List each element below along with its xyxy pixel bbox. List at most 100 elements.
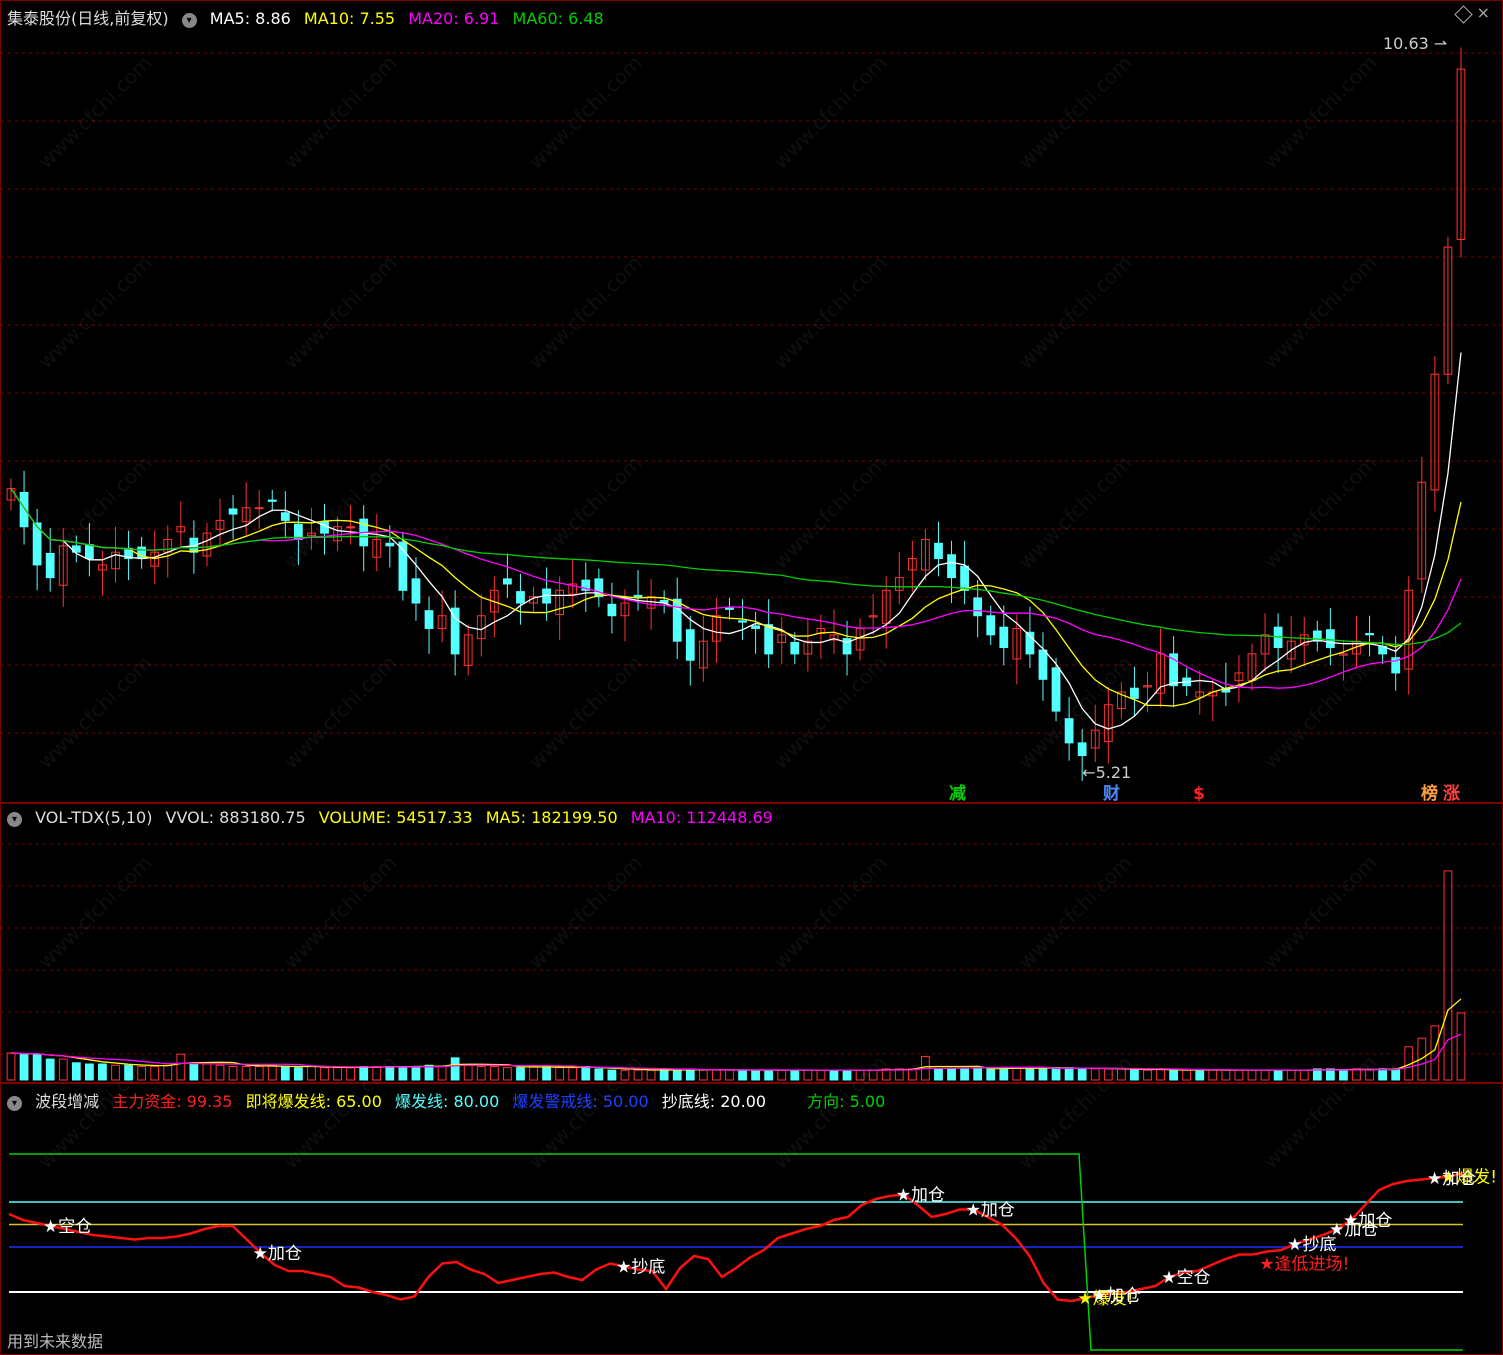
volume-bar xyxy=(568,1067,578,1081)
candle xyxy=(267,499,277,502)
candle xyxy=(84,544,94,560)
footer-note: 用到未来数据 xyxy=(7,1332,104,1351)
candle xyxy=(516,591,525,604)
event-marker: 涨 xyxy=(1443,784,1460,802)
volume-bar xyxy=(333,1067,342,1081)
event-marker: $ xyxy=(1193,784,1205,802)
volume-bar xyxy=(1456,1012,1466,1081)
volume-bar xyxy=(215,1064,225,1081)
high-price-label: 10.63 ⇀ xyxy=(1383,34,1447,53)
vol-ma10-value: MA10: 112448.69 xyxy=(630,808,773,827)
volume-bar xyxy=(176,1053,186,1081)
event-marker: 减 xyxy=(949,783,966,802)
candle xyxy=(19,491,29,528)
indicator-chart[interactable]: ★空仓★加仓★抄底★加仓★加仓★爆发!★加仓★空仓★逢低进场!★抄底★加仓★加仓… xyxy=(1,1084,1502,1354)
volume-bar xyxy=(725,1069,734,1081)
volume-bar xyxy=(463,1064,473,1081)
ma60-line xyxy=(10,488,1462,646)
volume-bar xyxy=(646,1069,656,1081)
ma5-value: MA5: 8.86 xyxy=(209,9,291,28)
volume-bar xyxy=(516,1067,525,1081)
candle xyxy=(254,507,264,510)
candle xyxy=(764,624,774,655)
candlestick-panel[interactable]: 10.63 ⇀ ←5.21 减 财 $ 榜涨 集泰股份(日线,前复权) ▾ MA5: 8.… xyxy=(0,0,1503,803)
signal-label: ★加仓 xyxy=(966,1201,1015,1221)
signal-label: ★加仓 xyxy=(1343,1211,1392,1231)
volume-bar xyxy=(1064,1067,1074,1081)
volume-bar xyxy=(307,1065,316,1081)
volume-bar xyxy=(973,1067,983,1081)
candle xyxy=(607,603,617,617)
volume-bar xyxy=(189,1062,199,1081)
zhuli-value: 主力资金: 99.35 xyxy=(112,1092,233,1111)
dropdown-icon[interactable]: ▾ xyxy=(181,13,197,28)
candle xyxy=(751,625,760,629)
volume-bar xyxy=(1247,1069,1257,1081)
dropdown-icon[interactable]: ▾ xyxy=(7,812,22,827)
volume-bar xyxy=(437,1065,447,1081)
volume-bar xyxy=(58,1058,68,1081)
indicator-panel[interactable]: ★空仓 ★加仓 ★抄底 ★加仓 ★加仓 ★爆发! ★加仓 ★空仓 ★逢低进场! ★抄底 ★加仓 ★加仓… xyxy=(0,1083,1503,1355)
vol-header: ▾ VOL-TDX(5,10) VVOL: 883180.75 VOLUME: … xyxy=(7,808,781,827)
volume-bar xyxy=(346,1067,356,1081)
volume-bar xyxy=(1378,1068,1388,1081)
direction-line xyxy=(9,1153,1463,1351)
volume-bar xyxy=(1195,1069,1205,1081)
volume-bar xyxy=(1169,1069,1178,1081)
volume-value: VOLUME: 54517.33 xyxy=(318,808,473,827)
volume-bar xyxy=(1221,1069,1231,1081)
candle xyxy=(1130,687,1139,699)
candle xyxy=(346,526,356,529)
volume-bar xyxy=(267,1064,277,1081)
candle xyxy=(999,626,1009,649)
close-icon[interactable]: × xyxy=(1477,3,1490,22)
ma20-line xyxy=(10,488,1462,689)
volume-bar xyxy=(1012,1067,1022,1081)
volume-bar xyxy=(1260,1069,1270,1081)
volume-bar xyxy=(659,1068,669,1081)
candle xyxy=(1038,649,1048,680)
volume-bar xyxy=(1325,1068,1335,1081)
volume-bar xyxy=(1299,1069,1309,1081)
candle xyxy=(960,565,969,591)
candle xyxy=(973,597,983,617)
volume-bar xyxy=(1286,1069,1296,1081)
volume-bar xyxy=(489,1065,499,1081)
ma10-value: MA10: 7.55 xyxy=(303,9,396,28)
volume-bar xyxy=(555,1067,565,1081)
candle xyxy=(685,629,695,661)
candle xyxy=(986,615,996,636)
candle xyxy=(633,594,643,598)
volume-bar xyxy=(228,1065,238,1081)
volume-bar xyxy=(32,1053,42,1081)
volume-bar xyxy=(1208,1069,1218,1081)
candle xyxy=(790,641,800,655)
volume-bar xyxy=(816,1069,826,1081)
signal-label: ★逢低进场! xyxy=(1259,1255,1349,1275)
dropdown-icon[interactable]: ▾ xyxy=(7,1096,22,1111)
volume-bar xyxy=(1051,1067,1061,1081)
volume-bar xyxy=(84,1063,94,1081)
volume-bar xyxy=(894,1068,904,1081)
volume-bar xyxy=(1234,1069,1244,1081)
volume-bar xyxy=(986,1068,996,1081)
volume-bar xyxy=(1430,1025,1440,1081)
volume-bar xyxy=(542,1065,551,1081)
signal-label: ★空仓 xyxy=(43,1217,92,1237)
volume-bar xyxy=(790,1069,800,1081)
signal-label: ★加仓 xyxy=(896,1186,945,1206)
signal-label: ★加仓 xyxy=(1092,1286,1141,1306)
candle xyxy=(672,598,682,642)
volume-bar xyxy=(294,1067,303,1081)
candle xyxy=(1365,633,1374,636)
volume-bar xyxy=(98,1063,107,1081)
ma60-value: MA60: 6.48 xyxy=(512,9,604,28)
volume-bar xyxy=(476,1065,486,1081)
volume-bar xyxy=(411,1065,421,1081)
ma5-line xyxy=(10,352,1462,730)
volume-bar xyxy=(698,1069,708,1081)
volume-bar xyxy=(777,1069,787,1081)
candlestick-chart[interactable]: 10.63 ⇀ ←5.21 减 财 $ 榜涨 xyxy=(1,1,1502,802)
signal-label: ★加仓 xyxy=(1427,1169,1476,1189)
event-marker: 榜 xyxy=(1421,783,1438,802)
